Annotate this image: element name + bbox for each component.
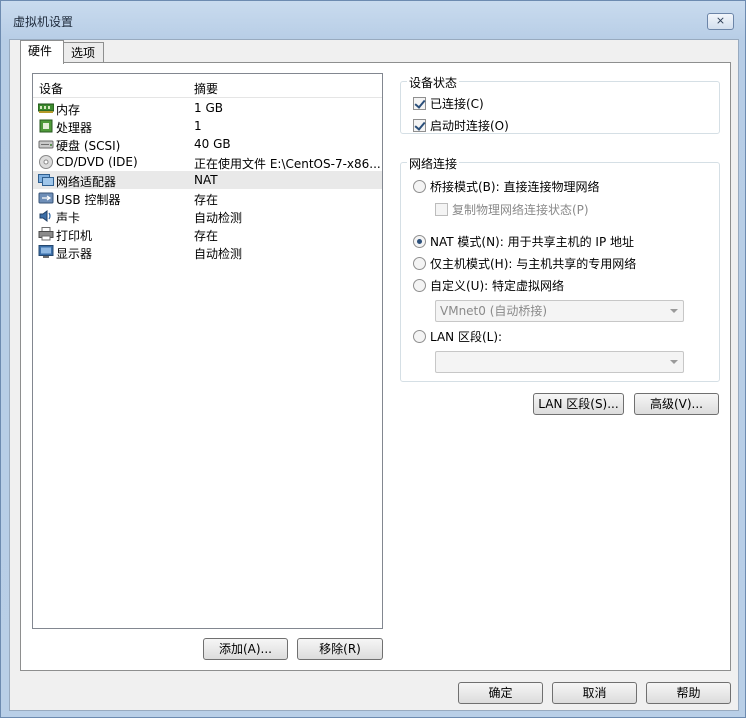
device-name: CD/DVD (IDE) [56,155,138,169]
printer-icon [38,227,54,241]
display-icon [38,245,54,259]
add-device-button[interactable]: 添加(A)... [203,638,288,660]
network-connection-label: 网络连接 [407,155,460,172]
device-summary: 1 GB [194,101,223,115]
replicate-state-label[interactable]: 复制物理网络连接状态(P) [452,201,589,218]
device-row-display[interactable]: 显示器 自动检测 [33,243,382,261]
device-row-processor[interactable]: 处理器 1 [33,117,382,135]
tab-hardware[interactable]: 硬件 [20,40,64,64]
device-status-group: 设备状态 已连接(C) 启动时连接(O) [400,74,720,134]
tab-options[interactable]: 选项 [63,42,104,64]
custom-network-value: VMnet0 (自动桥接) [440,304,548,318]
device-summary: 1 [194,119,202,133]
nat-label[interactable]: NAT 模式(N): 用于共享主机的 IP 地址 [430,233,634,250]
column-device[interactable]: 设备 [39,80,63,97]
usb-icon [38,191,54,205]
device-summary: 自动检测 [194,211,243,225]
device-summary: 存在 [194,193,219,207]
processor-icon [38,119,54,133]
bridged-radio[interactable] [413,180,426,193]
device-name: 处理器 [56,121,93,135]
hard-disk-icon [38,137,54,151]
device-name: 打印机 [56,229,93,243]
hardware-panel: 设备 摘要 内存 1 GB 处理器 1 硬盘 (SCSI) 40 GB CD/D… [20,62,731,671]
tab-options-label: 选项 [71,46,96,60]
lan-segment-label[interactable]: LAN 区段(L): [430,328,502,345]
device-name: 显示器 [56,247,93,261]
custom-radio[interactable] [413,279,426,292]
lan-segment-radio[interactable] [413,330,426,343]
tab-hardware-label: 硬件 [28,44,53,58]
close-icon: ⨯ [715,14,726,27]
device-row-cd-dvd[interactable]: CD/DVD (IDE) 正在使用文件 E:\CentOS-7-x86... [33,153,382,171]
device-summary: 自动检测 [194,247,243,261]
device-list[interactable]: 设备 摘要 内存 1 GB 处理器 1 硬盘 (SCSI) 40 GB CD/D… [32,73,383,629]
close-button[interactable]: ⨯ [707,13,734,30]
device-list-header: 设备 摘要 [33,74,382,98]
help-button[interactable]: 帮助 [646,682,731,704]
custom-label[interactable]: 自定义(U): 特定虚拟网络 [430,277,564,294]
connected-label[interactable]: 已连接(C) [430,95,484,112]
column-summary[interactable]: 摘要 [194,80,218,97]
connect-at-power-on-checkbox[interactable] [413,119,426,132]
title-bar[interactable]: 虚拟机设置 ⨯ [1,1,745,39]
device-status-label: 设备状态 [407,74,460,91]
device-name: USB 控制器 [56,193,121,207]
network-connection-group: 网络连接 桥接模式(B): 直接连接物理网络 复制物理网络连接状态(P) NAT… [400,155,720,382]
device-name: 网络适配器 [56,175,117,189]
device-row-hard-disk[interactable]: 硬盘 (SCSI) 40 GB [33,135,382,153]
advanced-button[interactable]: 高级(V)... [634,393,719,415]
device-summary: 正在使用文件 E:\CentOS-7-x86... [194,157,380,171]
device-name: 声卡 [56,211,81,225]
memory-icon [37,101,55,115]
cd-dvd-icon [38,155,54,169]
lan-segment-select[interactable] [435,351,684,373]
network-adapter-icon [38,173,54,187]
host-only-radio[interactable] [413,257,426,270]
device-name: 内存 [56,103,81,117]
vm-settings-window: 虚拟机设置 ⨯ 硬件 选项 设备 摘要 内存 1 GB 处理器 1 硬盘 (SC… [0,0,746,718]
device-row-printer[interactable]: 打印机 存在 [33,225,382,243]
remove-device-button[interactable]: 移除(R) [297,638,383,660]
device-row-network-adapter[interactable]: 网络适配器 NAT [33,171,382,189]
window-title: 虚拟机设置 [13,15,74,29]
sound-card-icon [38,209,54,223]
device-summary: NAT [194,173,218,187]
cancel-button[interactable]: 取消 [552,682,637,704]
host-only-label[interactable]: 仅主机模式(H): 与主机共享的专用网络 [430,255,636,272]
replicate-state-checkbox[interactable] [435,203,448,216]
connected-checkbox[interactable] [413,97,426,110]
chevron-down-icon [670,309,678,313]
ok-button[interactable]: 确定 [458,682,543,704]
lan-segments-button[interactable]: LAN 区段(S)... [533,393,624,415]
device-row-memory[interactable]: 内存 1 GB [33,99,382,117]
connect-at-power-on-label[interactable]: 启动时连接(O) [430,117,509,134]
device-row-sound-card[interactable]: 声卡 自动检测 [33,207,382,225]
nat-radio[interactable] [413,235,426,248]
device-summary: 40 GB [194,137,231,151]
dialog-client: 硬件 选项 设备 摘要 内存 1 GB 处理器 1 硬盘 (SCSI) 40 G… [9,39,739,711]
bridged-label[interactable]: 桥接模式(B): 直接连接物理网络 [430,178,599,195]
chevron-down-icon [670,360,678,364]
custom-network-select[interactable]: VMnet0 (自动桥接) [435,300,684,322]
device-summary: 存在 [194,229,219,243]
device-row-usb-controller[interactable]: USB 控制器 存在 [33,189,382,207]
device-name: 硬盘 (SCSI) [56,139,121,153]
